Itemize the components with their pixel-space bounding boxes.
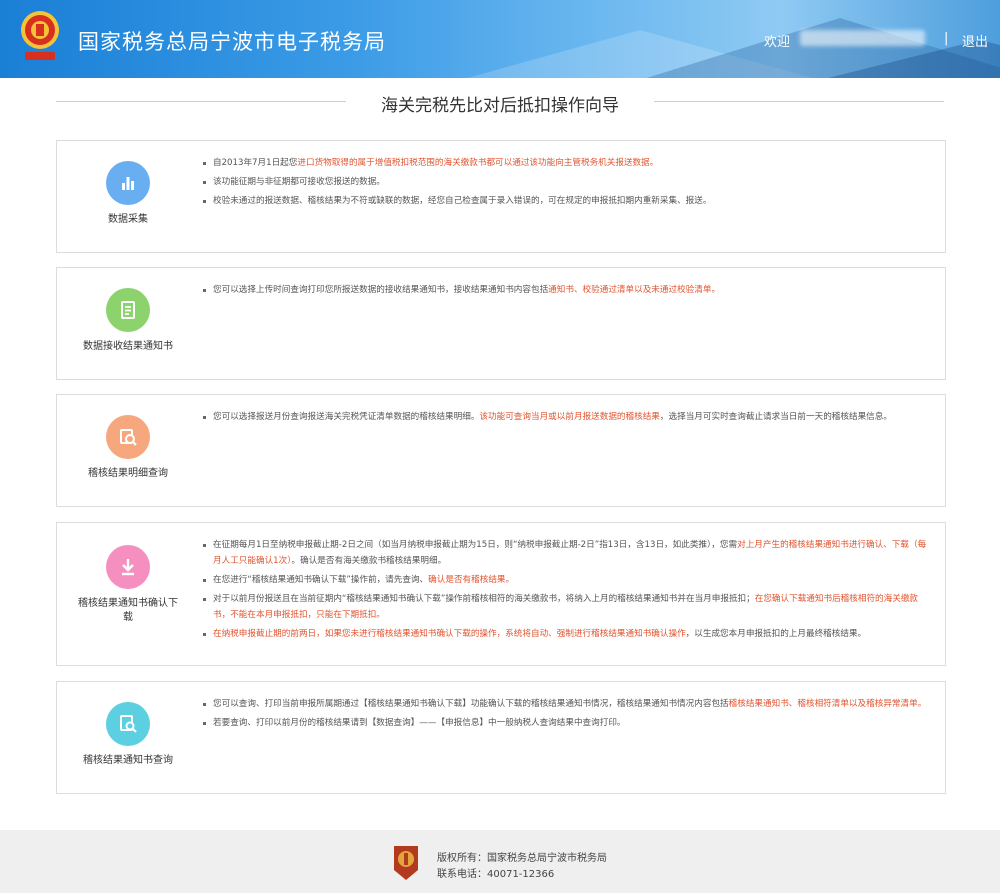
section-label[interactable]: 稽核结果通知书查询 [77,754,179,768]
download-icon [122,559,134,576]
body-text: ，以生成您本月申报抵扣的上月最终稽核结果。 [685,629,867,639]
bullet-item: 该功能征期与非征期都可接收您报送的数据。 [203,174,933,190]
section-label[interactable]: 稽核结果通知书确认下载 [77,597,179,625]
bullet-list: 您可以查询、打印当前申报所属期通过【稽核结果通知书确认下载】功能确认下载的稽核结… [203,696,933,734]
highlight-text: 在纳税申报截止期的前两日，如果您未进行稽核结果通知书确认下载的操作，系统将自动、… [213,629,686,639]
bullet-list: 自2013年7月1日起您进口货物取得的属于增值税扣税范围的海关缴款书都可以通过该… [203,155,933,212]
body-text: 对于以前月份报送且在当前征期内“稽核结果通知书确认下载”操作前稽核相符的海关缴款… [213,594,755,604]
tax-emblem-logo [21,11,59,60]
bullet-item: 您可以选择上传时间查询打印您所报送数据的接收结果通知书，接收结果通知书内容包括通… [203,282,933,298]
body-text: 您可以选择上传时间查询打印您所报送数据的接收结果通知书，接收结果通知书内容包括 [213,285,549,295]
section-audit-detail: 稽核结果明细查询 您可以选择报送月份查询报送海关完税凭证清单数据的稽核结果明细。… [56,394,946,507]
bullet-item: 在征期每月1日至纳税申报截止期-2日之间（如当月纳税申报截止期为15日，则“纳税… [203,537,933,569]
body-text: 若要查询、打印以前月份的稽核结果请到【数据查询】——【申报信息】中一般纳税人查询… [213,718,626,728]
section-label[interactable]: 数据采集 [77,213,179,227]
page-title: 海关完税先比对后抵扣操作向导 [381,96,619,116]
highlight-text: 进口货物取得的属于增值税扣税范围的海关缴款书都可以通过该功能向主管税务机关报送数… [297,158,659,168]
audit-detail-button[interactable] [106,415,150,459]
search-detail-icon [120,429,137,446]
highlight-text: 确认是否有稽核结果。 [428,575,515,585]
highlight-text: 稽核结果通知书、稽核相符清单以及稽核异常清单。 [728,699,927,709]
highlight-text: 该功能可查询当月或以前月报送数据的稽核结果 [479,412,660,422]
body-text: 该功能征期与非征期都可接收您报送的数据。 [213,177,385,187]
welcome-text: 欢迎 [764,35,791,50]
bullet-item: 对于以前月份报送且在当前征期内“稽核结果通知书确认下载”操作前稽核相符的海关缴款… [203,591,933,623]
bar-chart-icon [122,177,134,190]
document-icon [121,301,135,319]
section-data-collection: 数据采集 自2013年7月1日起您进口货物取得的属于增值税扣税范围的海关缴款书都… [56,140,946,253]
bullet-item: 您可以选择报送月份查询报送海关完税凭证清单数据的稽核结果明细。该功能可查询当月或… [203,409,933,425]
body-text: 。确认是否有海关缴款书稽核结果明细。 [291,556,447,566]
section-notice-query: 稽核结果通知书查询 您可以查询、打印当前申报所属期通过【稽核结果通知书确认下载】… [56,681,946,794]
data-collection-button[interactable] [106,161,150,205]
receipt-notice-button[interactable] [106,288,150,332]
confirm-download-button[interactable] [106,545,150,589]
footer-emblem-icon [394,846,418,880]
bullet-item: 在您进行“稽核结果通知书确认下载”操作前，请先查询、确认是否有稽核结果。 [203,572,933,588]
bullet-list: 您可以选择报送月份查询报送海关完税凭证清单数据的稽核结果明细。该功能可查询当月或… [203,409,933,428]
logout-link[interactable]: 退出 [962,31,988,50]
footer-phone: 联系电话：40071-12366 [437,869,555,880]
bullet-item: 在纳税申报截止期的前两日，如果您未进行稽核结果通知书确认下载的操作，系统将自动、… [203,626,933,642]
body-text: 在征期每月1日至纳税申报截止期-2日之间（如当月纳税申报截止期为15日，则“纳税… [213,540,738,550]
bullet-item: 若要查询、打印以前月份的稽核结果请到【数据查询】——【申报信息】中一般纳税人查询… [203,715,933,731]
section-confirm-download: 稽核结果通知书确认下载 在征期每月1日至纳税申报截止期-2日之间（如当月纳税申报… [56,522,946,666]
bullet-item: 校验未通过的报送数据、稽核结果为不符或缺联的数据，经您自己检查属于录入错误的，可… [203,193,933,209]
highlight-text: 通知书、校验通过清单以及未通过校验清单。 [548,285,721,295]
bullet-list: 在征期每月1日至纳税申报截止期-2日之间（如当月纳税申报截止期为15日，则“纳税… [203,537,933,645]
bullet-item: 您可以查询、打印当前申报所属期通过【稽核结果通知书确认下载】功能确认下载的稽核结… [203,696,933,712]
magnify-document-icon [120,715,137,733]
site-title: 国家税务总局宁波市电子税务局 [78,30,386,54]
body-text: 在您进行“稽核结果通知书确认下载”操作前，请先查询、 [213,575,429,585]
bullet-list: 您可以选择上传时间查询打印您所报送数据的接收结果通知书，接收结果通知书内容包括通… [203,282,933,301]
body-text: 自2013年7月1日起您 [213,158,298,168]
footer: 版权所有：国家税务总局宁波市税务局 联系电话：40071-12366 [0,830,1000,893]
footer-copyright: 版权所有：国家税务总局宁波市税务局 [437,853,607,864]
body-text: 您可以选择报送月份查询报送海关完税凭证清单数据的稽核结果明细。 [213,412,480,422]
bullet-item: 自2013年7月1日起您进口货物取得的属于增值税扣税范围的海关缴款书都可以通过该… [203,155,933,171]
username-blurred [800,30,925,46]
title-divider-right [654,101,944,102]
header-separator: | [944,31,949,46]
section-label[interactable]: 稽核结果明细查询 [77,467,179,481]
body-text: 您可以查询、打印当前申报所属期通过【稽核结果通知书确认下载】功能确认下载的稽核结… [213,699,729,709]
body-text: 校验未通过的报送数据、稽核结果为不符或缺联的数据，经您自己检查属于录入错误的，可… [213,196,712,206]
title-divider-left [56,101,346,102]
header-banner: 国家税务总局宁波市电子税务局 欢迎 | 退出 [0,0,1000,78]
section-receipt-notice: 数据接收结果通知书 您可以选择上传时间查询打印您所报送数据的接收结果通知书，接收… [56,267,946,380]
body-text: ，选择当月可实时查询截止请求当日前一天的稽核结果信息。 [659,412,892,422]
section-label[interactable]: 数据接收结果通知书 [77,340,179,354]
notice-query-button[interactable] [106,702,150,746]
